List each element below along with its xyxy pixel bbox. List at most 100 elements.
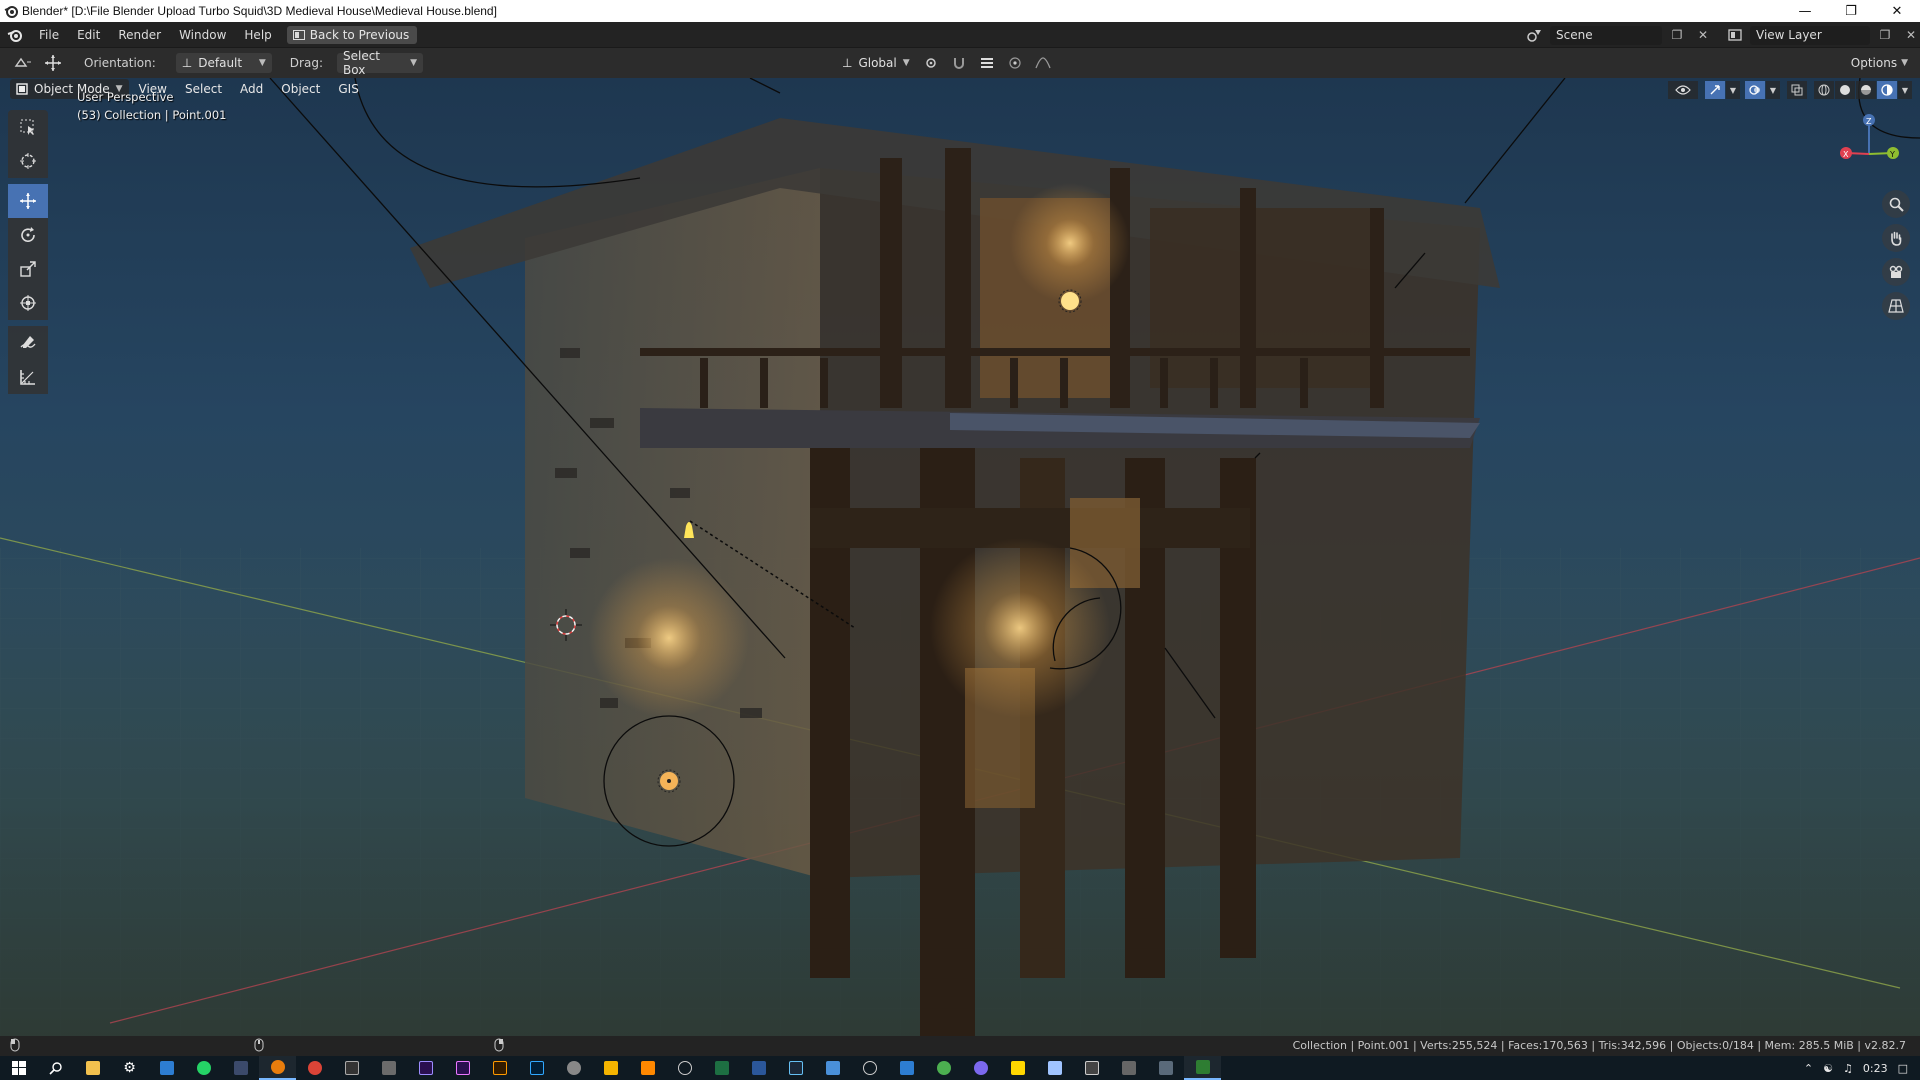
app-icon-13[interactable] xyxy=(1036,1056,1073,1080)
remove-scene-icon[interactable]: ✕ xyxy=(1692,25,1714,45)
network-icon[interactable]: ☯ xyxy=(1823,1062,1833,1075)
navigation-gizmo[interactable]: Z X Y xyxy=(1840,114,1899,159)
steam-icon[interactable] xyxy=(777,1056,814,1080)
app-icon-5[interactable] xyxy=(592,1056,629,1080)
scene-icon[interactable] xyxy=(1524,25,1546,45)
drag-dropdown[interactable]: Select Box ▼ xyxy=(336,49,423,77)
remove-view-layer-icon[interactable]: ✕ xyxy=(1900,25,1920,45)
move-tool[interactable] xyxy=(8,184,48,218)
app-icon-12[interactable] xyxy=(999,1056,1036,1080)
app-icon-14[interactable] xyxy=(1110,1056,1147,1080)
vlc-icon[interactable] xyxy=(629,1056,666,1080)
zoom-icon[interactable] xyxy=(1882,190,1910,218)
transform-orientation-dropdown[interactable]: ⊥ Global ▼ xyxy=(836,53,914,73)
options-dropdown[interactable]: Options ▼ xyxy=(1845,53,1914,73)
xray-toggle-icon[interactable] xyxy=(1787,81,1807,99)
whatsapp-icon[interactable] xyxy=(185,1056,222,1080)
pivot-point-icon[interactable] xyxy=(920,53,942,73)
minimize-icon[interactable]: — xyxy=(1782,0,1828,22)
cursor-tool[interactable] xyxy=(8,144,48,178)
drag-value: Select Box xyxy=(342,49,381,77)
app-icon-10[interactable] xyxy=(925,1056,962,1080)
chevron-down-icon[interactable]: ▼ xyxy=(1898,81,1912,99)
3d-viewport[interactable]: Z X Y Object Mode ▼ View Select Add Obje… xyxy=(0,78,1920,1036)
excel-icon[interactable] xyxy=(703,1056,740,1080)
windows-start-icon[interactable] xyxy=(0,1056,37,1080)
app-icon-2[interactable] xyxy=(222,1056,259,1080)
rotate-tool[interactable] xyxy=(8,218,48,252)
illustrator-icon[interactable] xyxy=(481,1056,518,1080)
app-icon-6[interactable] xyxy=(666,1056,703,1080)
visibility-icon[interactable] xyxy=(1668,81,1698,99)
settings-gear-icon[interactable]: ⚙ xyxy=(111,1056,148,1080)
measure-tool[interactable] xyxy=(8,360,48,394)
menu-render[interactable]: Render xyxy=(109,22,170,48)
camera-view-icon[interactable] xyxy=(1882,258,1910,286)
terminal-icon[interactable] xyxy=(333,1056,370,1080)
move-tool-header-icon[interactable] xyxy=(40,53,66,73)
after-effects-icon[interactable] xyxy=(407,1056,444,1080)
chevron-down-icon[interactable]: ▼ xyxy=(1726,81,1740,99)
select-box-tool[interactable] xyxy=(8,110,48,144)
menu-window[interactable]: Window xyxy=(170,22,235,48)
app-icon-16[interactable] xyxy=(1184,1056,1221,1080)
material-preview-icon[interactable] xyxy=(1856,81,1876,99)
viewport-navigation-buttons xyxy=(1882,190,1910,320)
viewport-menu-select[interactable]: Select xyxy=(177,78,230,100)
viewport-menu-add[interactable]: Add xyxy=(232,78,271,100)
search-icon[interactable] xyxy=(37,1056,74,1080)
app-icon-11[interactable] xyxy=(962,1056,999,1080)
tray-chevron-up-icon[interactable]: ⌃ xyxy=(1804,1062,1813,1075)
rendered-shading-icon[interactable] xyxy=(1877,81,1897,99)
annotate-tool[interactable] xyxy=(8,326,48,360)
volume-icon[interactable]: ♫ xyxy=(1843,1062,1853,1075)
app-icon-3[interactable] xyxy=(370,1056,407,1080)
app-icon-8[interactable] xyxy=(851,1056,888,1080)
transform-tool[interactable] xyxy=(8,286,48,320)
calculator-icon[interactable] xyxy=(1073,1056,1110,1080)
editor-type-icon[interactable] xyxy=(6,53,40,73)
close-icon[interactable]: ✕ xyxy=(1874,0,1920,22)
word-icon[interactable] xyxy=(740,1056,777,1080)
orientation-dropdown[interactable]: ⊥ Default ▼ xyxy=(175,53,272,73)
perspective-toggle-icon[interactable] xyxy=(1882,292,1910,320)
back-to-previous-button[interactable]: Back to Previous xyxy=(286,25,418,44)
chevron-down-icon[interactable]: ▼ xyxy=(1766,81,1780,99)
pan-hand-icon[interactable] xyxy=(1882,224,1910,252)
menu-edit[interactable]: Edit xyxy=(68,22,109,48)
maximize-icon[interactable]: ❐ xyxy=(1828,0,1874,22)
app-icon-4[interactable] xyxy=(555,1056,592,1080)
menu-help[interactable]: Help xyxy=(235,22,280,48)
wireframe-shading-icon[interactable] xyxy=(1814,81,1834,99)
blender-taskbar-icon[interactable] xyxy=(259,1056,296,1080)
scene-name-field[interactable]: Scene xyxy=(1550,25,1662,45)
notification-icon[interactable]: □ xyxy=(1898,1062,1908,1075)
app-icon-1[interactable] xyxy=(148,1056,185,1080)
blender-menu-icon[interactable] xyxy=(0,22,30,48)
snap-target-icon[interactable] xyxy=(976,53,998,73)
solid-shading-icon[interactable] xyxy=(1835,81,1855,99)
overlays-toggle-icon[interactable] xyxy=(1745,81,1765,99)
viewport-menu-object[interactable]: Object xyxy=(273,78,328,100)
app-icon-9[interactable] xyxy=(888,1056,925,1080)
viewport-menu-gis[interactable]: GIS xyxy=(330,78,366,100)
falloff-icon[interactable] xyxy=(1032,53,1054,73)
scale-tool[interactable] xyxy=(8,252,48,286)
new-view-layer-icon[interactable]: ❐ xyxy=(1874,25,1896,45)
clock[interactable]: 0:23 xyxy=(1863,1062,1888,1075)
chrome-icon[interactable] xyxy=(296,1056,333,1080)
file-explorer-icon[interactable] xyxy=(74,1056,111,1080)
view-layer-icon[interactable] xyxy=(1724,25,1746,45)
chevron-down-icon: ▼ xyxy=(410,58,417,68)
premiere-icon[interactable] xyxy=(444,1056,481,1080)
snap-icon[interactable] xyxy=(948,53,970,73)
gizmo-toggle-icon[interactable] xyxy=(1705,81,1725,99)
new-scene-icon[interactable]: ❐ xyxy=(1666,25,1688,45)
proportional-edit-icon[interactable] xyxy=(1004,53,1026,73)
menu-file[interactable]: File xyxy=(30,22,68,48)
orientation-label: Orientation: xyxy=(84,56,156,70)
app-icon-15[interactable] xyxy=(1147,1056,1184,1080)
photoshop-icon[interactable] xyxy=(518,1056,555,1080)
view-layer-field[interactable]: View Layer xyxy=(1750,25,1870,45)
app-icon-7[interactable] xyxy=(814,1056,851,1080)
